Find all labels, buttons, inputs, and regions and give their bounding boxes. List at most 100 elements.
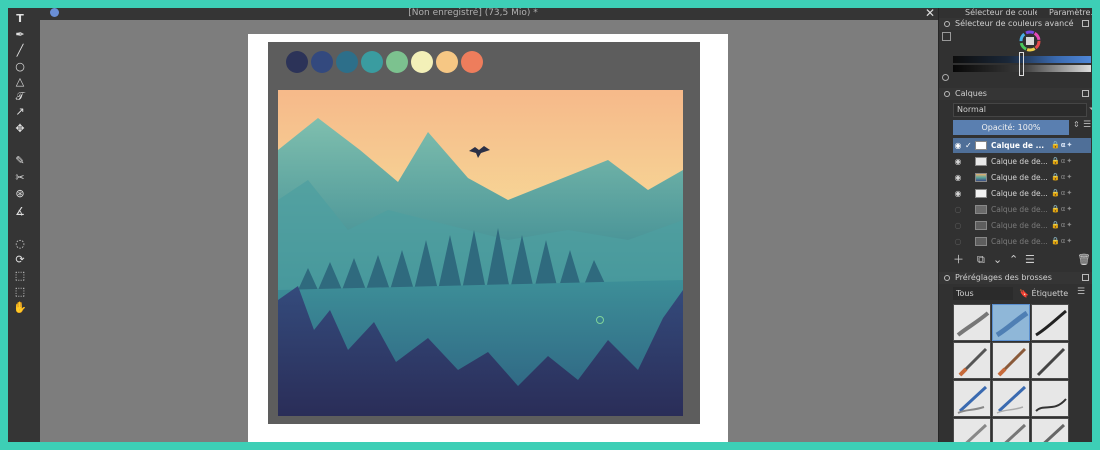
color-cursor[interactable]	[1019, 52, 1024, 76]
layer-row[interactable]: ◉ Calque de de... 🔒α✦	[953, 186, 1091, 201]
color-picker-icon[interactable]: ✎	[12, 154, 28, 168]
eye-icon[interactable]: ◉	[953, 170, 963, 185]
layer-name[interactable]: Calque de de...	[991, 234, 1049, 249]
line-tool-icon[interactable]: ╱	[12, 44, 28, 58]
brush-tag-select[interactable]: 🔖 Étiquette	[1019, 287, 1075, 300]
opacity-slider[interactable]: Opacité: 100%	[953, 120, 1069, 135]
layer-thumbnail	[975, 237, 987, 246]
layer-property-icons[interactable]: 🔒α✦	[1051, 138, 1073, 153]
layer-name[interactable]: Calque de de...	[991, 170, 1049, 185]
palette-swatch	[286, 51, 308, 73]
layer-row[interactable]: ◉ Calque de de... 🔒α✦	[953, 170, 1091, 185]
dock-tab-color-selector[interactable]: Sélecteur de coule...	[965, 8, 1037, 18]
layer-property-icons[interactable]: 🔒α✦	[1051, 218, 1073, 233]
palette-swatch	[461, 51, 483, 73]
text-tool-icon[interactable]: T	[12, 12, 28, 26]
brush-preset[interactable]	[1031, 418, 1069, 442]
brush-stroke-icon	[1043, 423, 1066, 442]
color-selector-settings-icon[interactable]	[942, 32, 951, 41]
pen-tool-icon[interactable]: ✒	[12, 28, 28, 42]
blend-mode-select[interactable]: Normal	[953, 103, 1087, 117]
layer-row-hidden[interactable]: ○ Calque de de... 🔒α✦	[953, 218, 1091, 233]
undock-icon[interactable]	[1082, 20, 1089, 27]
freehand-selection-icon[interactable]: ⟳	[12, 253, 28, 267]
palette-swatch	[361, 51, 383, 73]
layer-property-icons[interactable]: 🔒α✦	[1051, 234, 1073, 249]
brush-preset[interactable]	[992, 380, 1030, 417]
eye-icon[interactable]: ◉	[953, 154, 963, 169]
mountain-landscape-painting	[278, 90, 683, 416]
layer-property-icons[interactable]: 🔒α✦	[1051, 202, 1073, 217]
add-layer-icon[interactable]: ＋	[953, 253, 964, 267]
eye-hidden-icon[interactable]: ○	[953, 218, 963, 233]
undock-icon[interactable]	[1082, 274, 1089, 281]
eye-hidden-icon[interactable]: ○	[953, 234, 963, 249]
move-tool-icon[interactable]: ✥	[12, 122, 28, 136]
eye-hidden-icon[interactable]: ○	[953, 202, 963, 217]
layer-property-icons[interactable]: 🔒α✦	[1051, 154, 1073, 169]
brush-preset[interactable]	[953, 304, 991, 341]
brush-preset[interactable]	[953, 342, 991, 379]
layer-row-hidden[interactable]: ○ Calque de de... 🔒α✦	[953, 202, 1091, 217]
move-layer-down-icon[interactable]: ⌄	[993, 253, 1002, 267]
brush-preset[interactable]	[992, 418, 1030, 442]
magnetic-selection-icon[interactable]: ⬚	[12, 285, 28, 299]
brush-preset[interactable]	[1031, 380, 1069, 417]
layer-name[interactable]: Calque de ...	[991, 138, 1049, 153]
similar-selection-icon[interactable]: ⬚	[12, 269, 28, 283]
undock-icon[interactable]	[1082, 90, 1089, 97]
layer-name[interactable]: Calque de de...	[991, 154, 1049, 169]
move-layer-up-icon[interactable]: ⌃	[1009, 253, 1018, 267]
dock-tab-parameters[interactable]: Paramètre...	[1049, 8, 1092, 18]
layer-name[interactable]: Calque de de...	[991, 186, 1049, 201]
layer-row-hidden[interactable]: ○ Calque de de... 🔒α✦	[953, 234, 1091, 249]
ellipse-tool-icon[interactable]: ○	[12, 60, 28, 74]
opacity-stepper-icon[interactable]: ⇕	[1073, 120, 1080, 129]
layer-name[interactable]: Calque de de...	[991, 202, 1049, 217]
brush-filter-select[interactable]: Tous	[953, 287, 1013, 300]
brush-presets-header: Préréglages des brosses	[939, 272, 1092, 284]
brush-preset[interactable]	[1031, 304, 1069, 341]
brush-preset[interactable]	[1031, 342, 1069, 379]
smart-patch-tool-icon[interactable]: ✂	[12, 171, 28, 185]
brush-stroke-icon	[996, 385, 1027, 414]
filter-icon[interactable]: ⏷	[1089, 105, 1092, 115]
brush-preset-selected[interactable]	[992, 304, 1030, 341]
dynamic-brush-tool-icon[interactable]: ↗	[12, 105, 28, 119]
layer-properties-icon[interactable]: ☰	[1025, 253, 1035, 267]
screenshot-frame: [Non enregistré] (73,5 Mio) * ✕ T ✒ ╱ ○ …	[0, 0, 1100, 450]
brush-preset[interactable]	[953, 380, 991, 417]
pan-tool-icon[interactable]: ✋	[12, 301, 28, 315]
brush-menu-icon[interactable]: ☰	[1077, 287, 1085, 297]
layer-property-icons[interactable]: 🔒α✦	[1051, 186, 1073, 201]
freehand-path-tool-icon[interactable]: 𝒯	[12, 90, 28, 104]
layer-thumbnail	[975, 205, 987, 214]
check-icon[interactable]: ✓	[965, 138, 972, 153]
elliptical-selection-icon[interactable]: ◌	[12, 237, 28, 251]
canvas-area[interactable]	[40, 20, 938, 442]
brush-preset[interactable]	[992, 342, 1030, 379]
polygon-tool-icon[interactable]: △	[12, 75, 28, 89]
layer-row[interactable]: ◉ Calque de de... 🔒α✦	[953, 154, 1091, 169]
layers-menu-icon[interactable]: ☰	[1083, 120, 1091, 130]
delete-layer-icon[interactable]: 🗑	[1077, 253, 1091, 267]
brush-stroke-icon	[995, 310, 1029, 338]
brush-preset[interactable]	[953, 418, 991, 442]
assistant-tool-icon[interactable]: ⊛	[12, 187, 28, 201]
color-selector-title: Sélecteur de couleurs avancé	[955, 19, 1074, 28]
duplicate-layer-icon[interactable]: ⧉	[977, 253, 985, 267]
eye-icon[interactable]: ◉	[953, 138, 963, 153]
palette-swatch	[386, 51, 408, 73]
close-icon[interactable]: ✕	[924, 8, 936, 20]
layer-name[interactable]: Calque de de...	[991, 218, 1049, 233]
panel-icon	[944, 275, 950, 281]
layer-property-icons[interactable]: 🔒α✦	[1051, 170, 1073, 185]
reset-color-icon[interactable]	[942, 74, 949, 81]
measure-tool-icon[interactable]: ∡	[12, 205, 28, 219]
layer-row-selected[interactable]: ◉ ✓ Calque de ... 🔒α✦	[953, 138, 1091, 153]
layer-thumbnail	[975, 141, 987, 150]
layer-thumbnail	[975, 157, 987, 166]
color-wheel[interactable]	[1019, 30, 1041, 52]
eye-icon[interactable]: ◉	[953, 186, 963, 201]
document-page[interactable]	[248, 34, 728, 442]
